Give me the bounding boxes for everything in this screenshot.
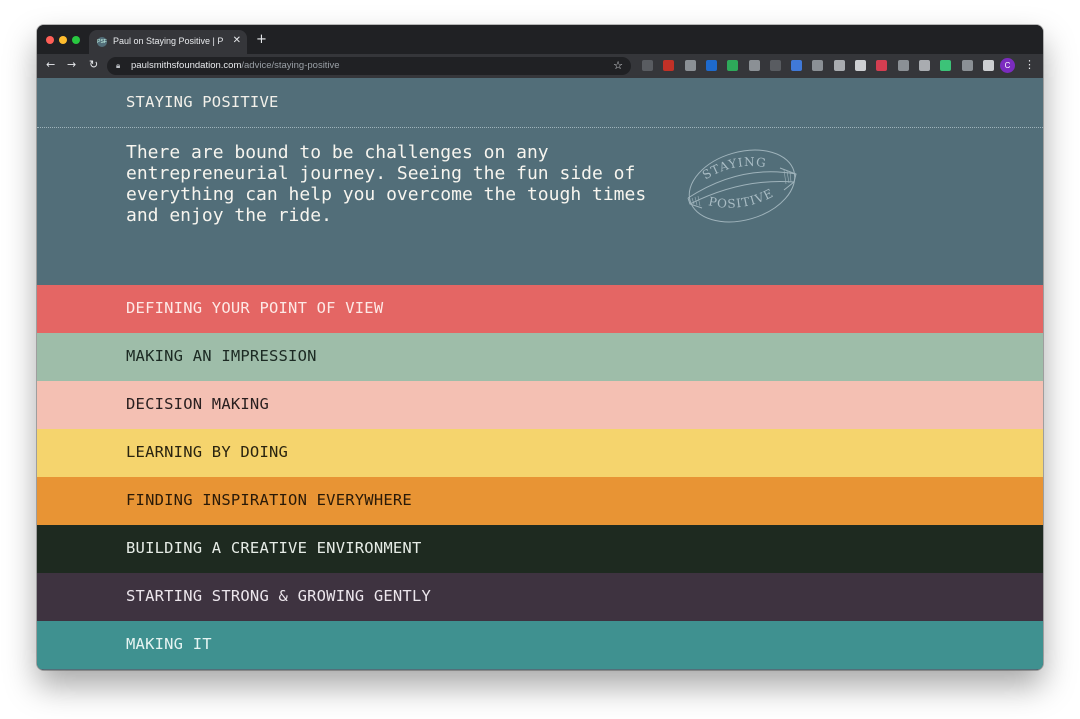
address-bar[interactable]: 🔒︎ paulsmithsfoundation.com/advice/stayi…: [107, 57, 631, 75]
topic-band[interactable]: MAKING AN IMPRESSION: [37, 333, 1043, 381]
url-host: paulsmithsfoundation.com: [131, 60, 242, 71]
screenshot-ext-icon[interactable]: [642, 60, 653, 71]
topic-label: STARTING STRONG & GROWING GENTLY: [126, 587, 432, 605]
tab-title: Paul on Staying Positive | Paul: [113, 36, 223, 46]
topic-band[interactable]: MAKING IT: [37, 621, 1043, 669]
intro-paragraph: There are bound to be challenges on any …: [126, 142, 647, 226]
grid-ext-icon[interactable]: [961, 60, 973, 71]
topic-label: FINDING INSPIRATION EVERYWHERE: [126, 491, 412, 509]
gauge-ext-icon[interactable]: [897, 60, 909, 71]
zoom-window-button[interactable]: [72, 36, 80, 44]
title-bar: PSF Paul on Staying Positive | Paul ✕ +: [37, 25, 1043, 54]
url-path: /advice/staying-positive: [241, 60, 340, 71]
page-content: STAYING POSITIVE There are bound to be c…: [37, 78, 1043, 670]
browser-menu-icon[interactable]: ⋮: [1024, 58, 1035, 71]
browser-window: PSF Paul on Staying Positive | Paul ✕ + …: [37, 25, 1043, 670]
browser-toolbar: ← → ↻ 🔒︎ paulsmithsfoundation.com/advice…: [37, 54, 1043, 78]
stamp-top-text: STAYING: [700, 155, 767, 182]
svg-text:STAYING: STAYING: [700, 155, 768, 182]
lock-icon: 🔒︎: [116, 61, 121, 70]
close-window-button[interactable]: [46, 36, 54, 44]
profile-avatar[interactable]: C: [1000, 58, 1015, 73]
minimize-window-button[interactable]: [59, 36, 67, 44]
n-ext-icon[interactable]: [791, 60, 803, 71]
topic-label: DECISION MAKING: [126, 395, 269, 413]
topic-band[interactable]: DECISION MAKING: [37, 381, 1043, 429]
topic-band[interactable]: LEARNING BY DOING: [37, 429, 1043, 477]
topic-label: MAKING IT: [126, 635, 212, 653]
topic-label: MAKING AN IMPRESSION: [126, 347, 317, 365]
topic-label: DEFINING YOUR POINT OF VIEW: [126, 299, 384, 317]
pocket-ext-icon[interactable]: [876, 60, 888, 71]
section-title[interactable]: STAYING POSITIVE: [126, 93, 279, 111]
adblock-ext-icon[interactable]: [663, 60, 675, 71]
back-arrow-icon[interactable]: ←: [46, 58, 55, 71]
browser-tab[interactable]: PSF Paul on Staying Positive | Paul ✕: [89, 30, 247, 54]
webstore-ext-icon[interactable]: [833, 60, 845, 71]
reload-icon[interactable]: ↻: [89, 58, 98, 71]
svg-text:POSITIVE: POSITIVE: [707, 186, 776, 211]
new-ext-icon[interactable]: [769, 60, 781, 71]
new-tab-button[interactable]: +: [256, 32, 267, 47]
evernote-ext-icon[interactable]: [727, 60, 739, 71]
bookmark-star-icon[interactable]: ☆: [613, 57, 623, 75]
bank-ext-icon[interactable]: [705, 60, 717, 71]
staying-positive-stamp-icon: STAYING POSITIVE: [687, 149, 797, 223]
forward-arrow-icon[interactable]: →: [67, 58, 76, 71]
keyboard-ext-icon[interactable]: [918, 60, 930, 71]
dotted-divider: [37, 127, 1043, 128]
topic-band[interactable]: STARTING STRONG & GROWING GENTLY: [37, 573, 1043, 621]
reader-ext-icon[interactable]: [855, 60, 866, 71]
notion-ext-icon[interactable]: [940, 60, 952, 71]
url-text: paulsmithsfoundation.com/advice/staying-…: [131, 57, 340, 75]
chat-ext-icon[interactable]: [748, 60, 760, 71]
camera-ext-icon[interactable]: [684, 60, 696, 71]
puzzle-ext-icon[interactable]: [982, 60, 994, 71]
site-favicon-icon: PSF: [97, 37, 107, 47]
close-tab-icon[interactable]: ✕: [233, 35, 241, 46]
topic-label: LEARNING BY DOING: [126, 443, 289, 461]
topic-band[interactable]: DEFINING YOUR POINT OF VIEW: [37, 285, 1043, 333]
topic-band[interactable]: BUILDING A CREATIVE ENVIRONMENT: [37, 525, 1043, 573]
topic-band[interactable]: FINDING INSPIRATION EVERYWHERE: [37, 477, 1043, 525]
stamp-bottom-text: POSITIVE: [707, 186, 775, 211]
topic-label: BUILDING A CREATIVE ENVIRONMENT: [126, 539, 422, 557]
dots-ext-icon[interactable]: [812, 60, 824, 71]
